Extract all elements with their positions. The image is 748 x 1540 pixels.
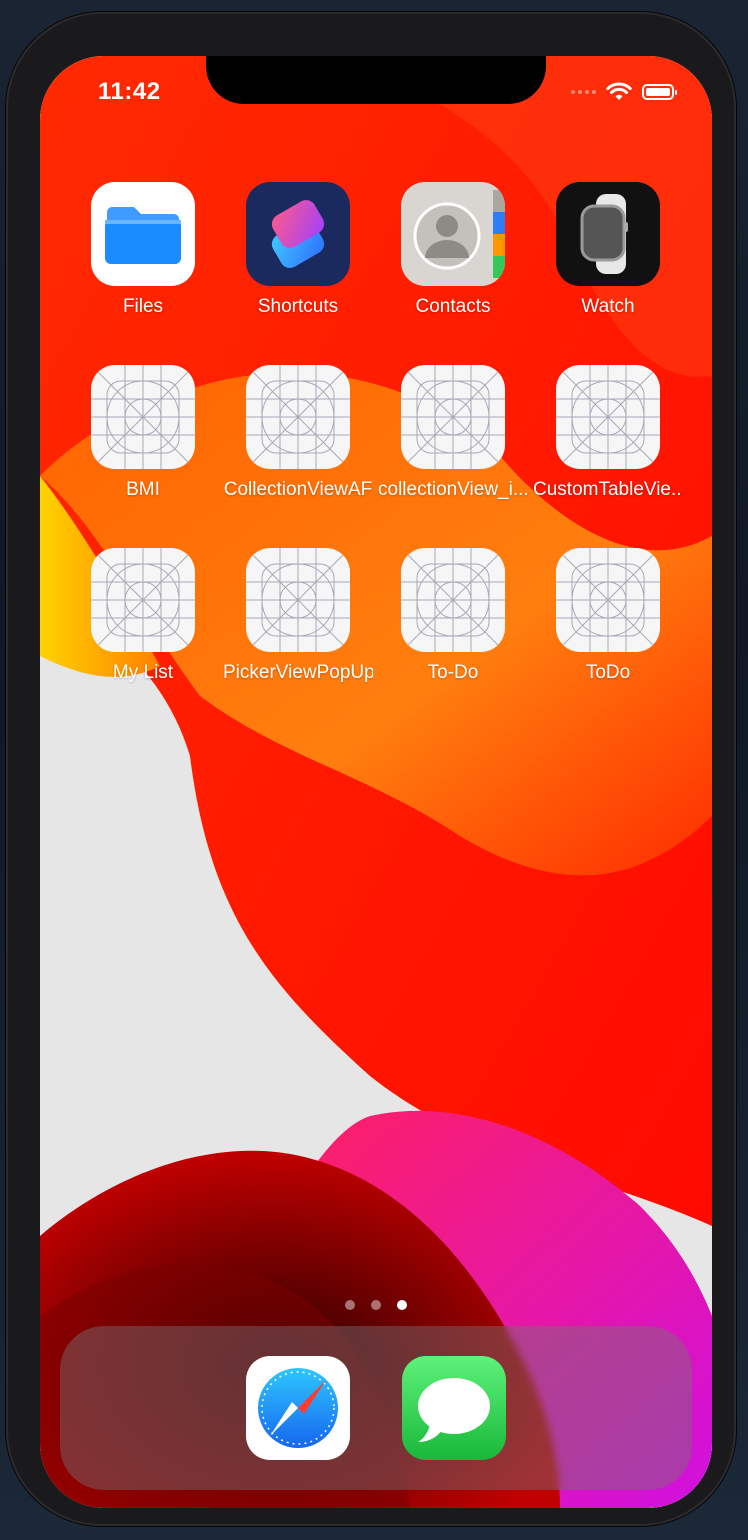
safari-icon (246, 1356, 350, 1460)
app-watch[interactable]: Watch (533, 182, 683, 318)
app-label: ToDo (585, 662, 631, 683)
files-icon (91, 182, 195, 286)
shortcuts-icon (246, 182, 350, 286)
app-to-do[interactable]: To-Do (378, 548, 528, 684)
placeholder-app-icon (91, 365, 195, 469)
page-dot[interactable] (371, 1300, 381, 1310)
app-label: collectionView_i... (378, 479, 528, 500)
app-label: Shortcuts (257, 296, 339, 317)
dock-app-safari[interactable] (246, 1356, 350, 1460)
page-dot[interactable] (345, 1300, 355, 1310)
placeholder-app-icon (401, 548, 505, 652)
cellular-signal-icon (571, 90, 596, 94)
notch (206, 56, 546, 104)
app-label: Watch (581, 296, 635, 317)
app-label: CollectionViewAF (223, 479, 373, 500)
placeholder-app-icon (246, 548, 350, 652)
placeholder-app-icon (401, 365, 505, 469)
phone-frame: 11:42 Files Shortcuts Contacts Watch BMI… (6, 12, 736, 1526)
app-label: PickerViewPopUp (223, 662, 373, 683)
watch-icon (556, 182, 660, 286)
app-bmi[interactable]: BMI (68, 365, 218, 501)
status-time: 11:42 (98, 78, 161, 105)
contacts-icon (401, 182, 505, 286)
app-collectionviewaf[interactable]: CollectionViewAF (223, 365, 373, 501)
app-customtableview[interactable]: CustomTableVie... (533, 365, 683, 501)
placeholder-app-icon (246, 365, 350, 469)
app-collectionview-i[interactable]: collectionView_i... (378, 365, 528, 501)
home-screen: 11:42 Files Shortcuts Contacts Watch BMI… (40, 56, 712, 1508)
page-indicator[interactable] (40, 1300, 712, 1310)
placeholder-app-icon (556, 365, 660, 469)
placeholder-app-icon (556, 548, 660, 652)
page-dot-active[interactable] (397, 1300, 407, 1310)
app-label: Contacts (415, 296, 491, 317)
app-contacts[interactable]: Contacts (378, 182, 528, 318)
app-my-list[interactable]: My List (68, 548, 218, 684)
app-label: My List (112, 662, 174, 683)
dock-app-messages[interactable] (402, 1356, 506, 1460)
app-label: To-Do (427, 662, 479, 683)
dock (60, 1326, 692, 1490)
app-label: BMI (126, 479, 160, 500)
battery-icon (642, 84, 677, 100)
app-label: CustomTableVie... (533, 479, 683, 500)
app-pickerviewpopup[interactable]: PickerViewPopUp (223, 548, 373, 684)
placeholder-app-icon (91, 548, 195, 652)
app-files[interactable]: Files (68, 182, 218, 318)
messages-icon (402, 1356, 506, 1460)
wifi-icon (606, 82, 632, 100)
status-indicators (571, 82, 677, 102)
app-shortcuts[interactable]: Shortcuts (223, 182, 373, 318)
app-todo[interactable]: ToDo (533, 548, 683, 684)
app-label: Files (122, 296, 164, 317)
